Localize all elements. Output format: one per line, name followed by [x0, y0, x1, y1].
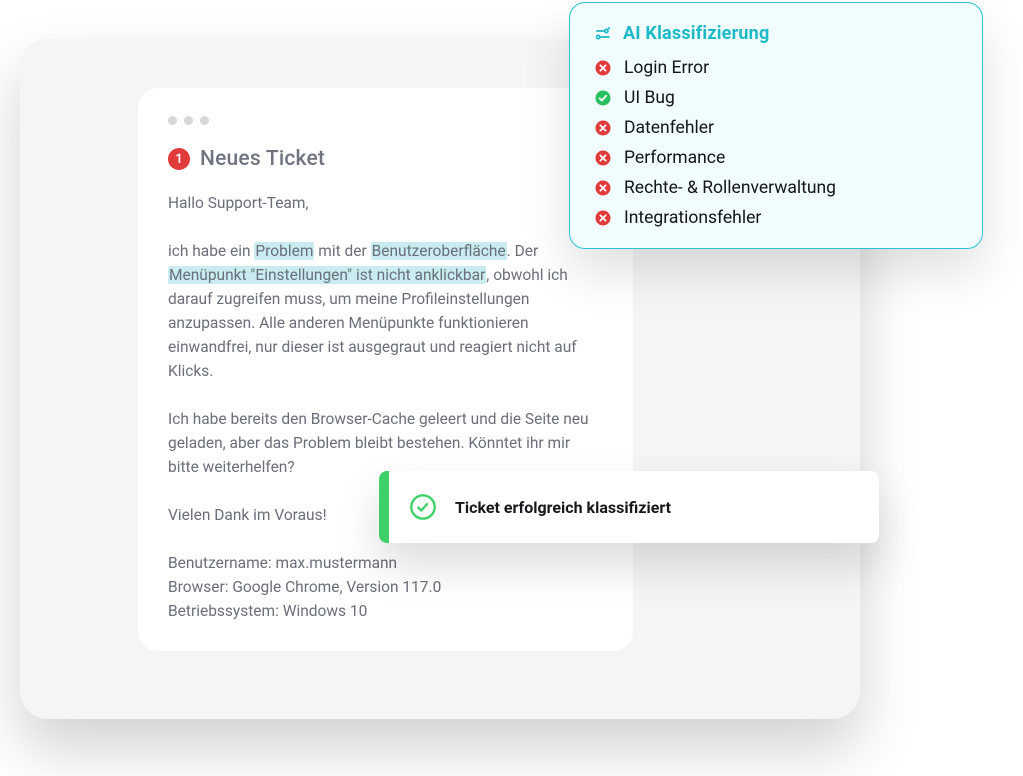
classification-item[interactable]: Login Error	[594, 58, 958, 78]
window-dot	[168, 116, 177, 125]
ticket-paragraph: ich habe ein Problem mit der Benutzerobe…	[168, 239, 603, 383]
x-circle-icon	[594, 59, 612, 77]
sparkle-sliders-icon	[594, 25, 612, 43]
ticket-header: 1 Neues Ticket	[168, 147, 603, 171]
text: . Der	[507, 242, 539, 260]
ticket-meta: Browser: Google Chrome, Version 117.0	[168, 575, 603, 599]
check-circle-icon	[594, 89, 612, 107]
classification-item[interactable]: Rechte- & Rollenverwaltung	[594, 178, 958, 198]
ticket-meta: Benutzername: max.mustermann	[168, 551, 603, 575]
classification-label: Login Error	[624, 58, 709, 78]
classification-label: Integrationsfehler	[624, 208, 761, 228]
classification-label: Rechte- & Rollenverwaltung	[624, 178, 836, 198]
ticket-card: 1 Neues Ticket Hallo Support-Team, ich h…	[138, 88, 633, 651]
highlight: Problem	[254, 242, 314, 260]
ticket-greeting: Hallo Support-Team,	[168, 191, 603, 215]
classification-panel: AI Klassifizierung Login Error UI Bug Date…	[569, 2, 983, 249]
classification-label: UI Bug	[624, 88, 675, 108]
toast-accent-bar	[379, 471, 389, 543]
x-circle-icon	[594, 209, 612, 227]
check-circle-icon	[409, 493, 437, 521]
x-circle-icon	[594, 119, 612, 137]
ticket-body: Hallo Support-Team, ich habe ein Problem…	[168, 191, 603, 623]
classification-item[interactable]: Performance	[594, 148, 958, 168]
highlight: Benutzeroberfläche	[371, 242, 507, 260]
classification-label: Datenfehler	[624, 118, 714, 138]
classification-item[interactable]: Datenfehler	[594, 118, 958, 138]
x-circle-icon	[594, 179, 612, 197]
text: mit der	[314, 242, 370, 260]
ticket-paragraph: Ich habe bereits den Browser-Cache gelee…	[168, 407, 603, 479]
ticket-title: Neues Ticket	[200, 147, 325, 171]
window-dot	[200, 116, 209, 125]
classification-item[interactable]: Integrationsfehler	[594, 208, 958, 228]
window-dot	[184, 116, 193, 125]
classification-title: AI Klassifizierung	[623, 23, 769, 44]
window-controls	[168, 116, 603, 125]
text: ich habe ein	[168, 242, 254, 260]
classification-header: AI Klassifizierung	[594, 23, 958, 44]
classification-item[interactable]: UI Bug	[594, 88, 958, 108]
toast-message: Ticket erfolgreich klassifiziert	[455, 498, 671, 517]
ticket-number-badge: 1	[168, 148, 190, 170]
ticket-meta: Betriebssystem: Windows 10	[168, 599, 603, 623]
classification-list: Login Error UI Bug Datenfehler Performance R…	[594, 58, 958, 228]
x-circle-icon	[594, 149, 612, 167]
highlight: Menüpunkt "Einstellungen" ist nicht ankl…	[168, 266, 486, 284]
success-toast: Ticket erfolgreich klassifiziert	[379, 471, 879, 543]
classification-label: Performance	[624, 148, 725, 168]
